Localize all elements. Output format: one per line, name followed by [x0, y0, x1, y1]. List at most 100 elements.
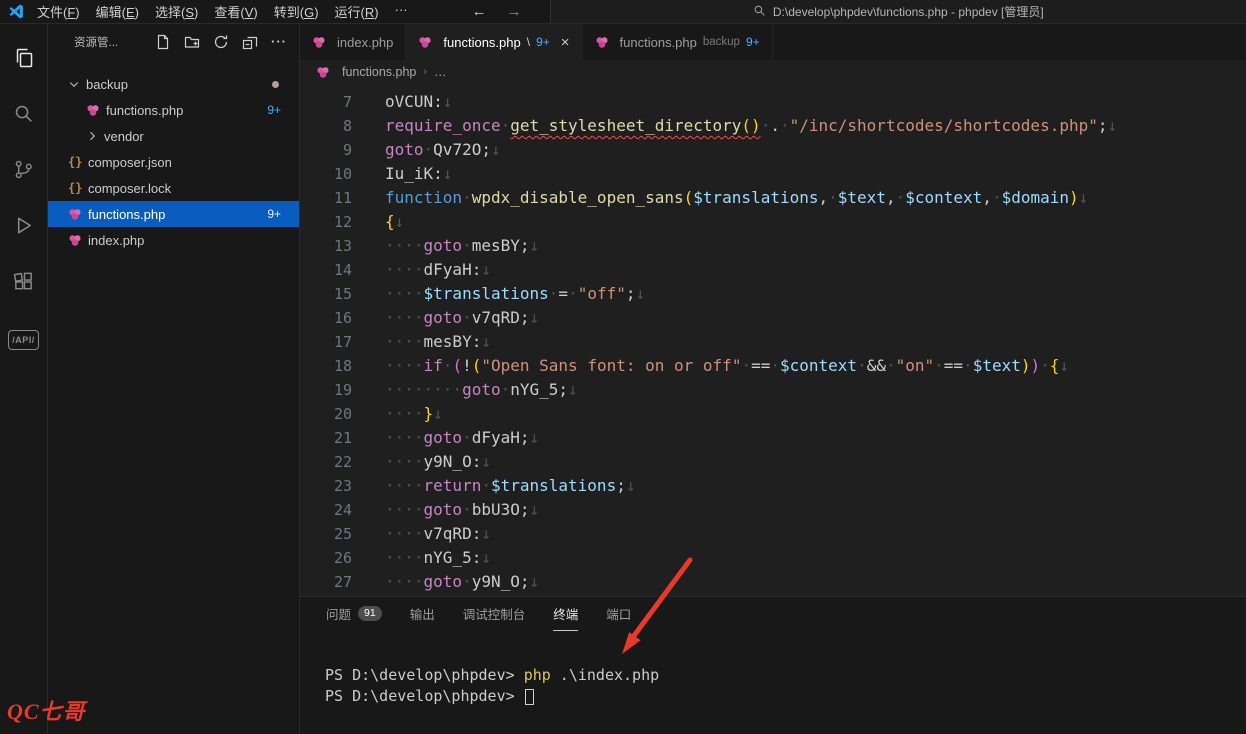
breadcrumb-more[interactable]: … — [434, 65, 447, 79]
panel-tab-problems[interactable]: 问题91 — [326, 597, 382, 631]
code-token: dFyaH: — [424, 260, 482, 279]
api-icon: /API/ — [8, 330, 39, 350]
line-number: 7 — [300, 90, 352, 114]
code-token: , — [886, 188, 896, 207]
code-token: ↓ — [481, 548, 491, 567]
menu-run[interactable]: 运行(R) — [327, 2, 387, 21]
code-line: 27····goto·y9N_O;↓ — [300, 570, 1246, 594]
code-token: . — [770, 116, 780, 135]
panel-tab-debug-console[interactable]: 调试控制台 — [463, 597, 526, 631]
more-icon[interactable]: ··· — [271, 34, 287, 50]
code-token: Qv72O; — [433, 140, 491, 159]
run-debug-icon — [12, 214, 35, 242]
sidebar-header: 资源管... ··· — [48, 24, 299, 59]
breadcrumb-file[interactable]: functions.php — [342, 65, 416, 79]
terminal[interactable]: PS D:\develop\phpdev> php .\index.phpPS … — [300, 665, 1246, 707]
close-icon[interactable]: × — [561, 35, 570, 50]
tree-item-label: vendor — [104, 129, 144, 144]
menu-selection[interactable]: 选择(S) — [147, 2, 206, 21]
code-token: · — [896, 188, 906, 207]
code-token: get_stylesheet_directory — [510, 116, 741, 135]
menu-edit[interactable]: 编辑(E) — [88, 2, 147, 21]
panel-tab-ports[interactable]: 端口 — [606, 597, 631, 631]
tree-item-composer.json[interactable]: {}composer.json — [48, 149, 299, 175]
command-center[interactable]: D:\develop\phpdev\functions.php - phpdev… — [550, 0, 1246, 23]
activity-run-debug[interactable] — [0, 200, 48, 256]
menu-view[interactable]: 查看(V) — [206, 2, 265, 21]
code-token: ↓ — [636, 284, 646, 303]
php-file-icon — [595, 36, 614, 49]
code-token: ···· — [385, 572, 424, 591]
code-token: y9N_O: — [424, 452, 482, 471]
code-token: "/inc/shortcodes/shortcodes.php" — [790, 116, 1098, 135]
line-number: 23 — [300, 474, 352, 498]
code-line: 14····dFyaH:↓ — [300, 258, 1246, 282]
code-token: ↓ — [530, 308, 540, 327]
code-token: · — [462, 188, 472, 207]
code-token: ) — [1031, 356, 1041, 375]
code-editor[interactable]: 7oVCUN:↓8require_once·get_stylesheet_dir… — [300, 84, 1246, 596]
tree-item-composer.lock[interactable]: {}composer.lock — [48, 175, 299, 201]
code-token: mesBY; — [472, 236, 530, 255]
title-bar: 文件(F)编辑(E)选择(S)查看(V)转到(G)运行(R)··· ← → D:… — [0, 0, 1246, 24]
code-token: · — [462, 308, 472, 327]
code-token: $text — [973, 356, 1021, 375]
code-token: · — [549, 284, 559, 303]
tree-item-vendor[interactable]: vendor — [48, 123, 299, 149]
new-file-icon[interactable] — [155, 34, 171, 50]
menu-more[interactable]: ··· — [387, 2, 416, 21]
refresh-icon[interactable] — [213, 34, 229, 50]
code-token: = — [558, 284, 568, 303]
tree-item-functions.php[interactable]: functions.php9+ — [48, 97, 299, 123]
tab-functions.php-backup[interactable]: functions.phpbackup9+ — [583, 24, 773, 60]
menu-file[interactable]: 文件(F) — [29, 2, 88, 21]
vscode-logo-icon — [8, 3, 25, 20]
new-folder-icon[interactable] — [184, 34, 200, 50]
tree-item-index.php[interactable]: index.php — [48, 227, 299, 253]
nav-forward-button[interactable]: → — [497, 3, 532, 20]
code-token: goto — [424, 500, 463, 519]
code-token: ↓ — [530, 236, 540, 255]
code-token: "off" — [578, 284, 626, 303]
code-line: 26····nYG_5:↓ — [300, 546, 1246, 570]
tab-detail: backup — [703, 36, 740, 48]
code-token: ···· — [385, 428, 424, 447]
code-token: ···· — [385, 284, 424, 303]
tree-item-functions.php[interactable]: functions.php9+ — [48, 201, 299, 227]
activity-api[interactable]: /API/ — [0, 312, 48, 368]
code-token: ( — [452, 356, 462, 375]
code-line: 20····}↓ — [300, 402, 1246, 426]
code-token: { — [1050, 356, 1060, 375]
activity-source-control[interactable] — [0, 144, 48, 200]
panel-tab-output[interactable]: 输出 — [410, 597, 435, 631]
code-token: v7qRD; — [472, 308, 530, 327]
collapse-all-icon[interactable] — [242, 34, 258, 50]
activity-extensions[interactable] — [0, 256, 48, 312]
line-number: 15 — [300, 282, 352, 306]
line-number: 27 — [300, 570, 352, 594]
tab-functions.php[interactable]: functions.php\9+× — [406, 24, 582, 60]
line-number: 10 — [300, 162, 352, 186]
activity-search[interactable] — [0, 88, 48, 144]
code-token: $domain — [1002, 188, 1069, 207]
tree-item-backup[interactable]: backup — [48, 71, 299, 97]
line-number: 19 — [300, 378, 352, 402]
code-token: "Open Sans font: on or off" — [481, 356, 741, 375]
code-token: oVCUN: — [385, 92, 443, 111]
nav-back-button[interactable]: ← — [462, 3, 497, 20]
php-file-icon — [312, 36, 331, 49]
activity-explorer[interactable] — [0, 32, 48, 88]
panel-tab-terminal[interactable]: 终端 — [553, 597, 578, 631]
code-token: ↓ — [443, 164, 453, 183]
terminal-text: .\index.php — [551, 666, 659, 684]
editor-area: index.phpfunctions.php\9+×functions.phpb… — [300, 24, 1246, 734]
sidebar-actions: ··· — [155, 34, 287, 50]
window-title: D:\develop\phpdev\functions.php - phpdev… — [773, 3, 1044, 20]
code-token: · — [481, 476, 491, 495]
menu-go[interactable]: 转到(G) — [266, 2, 327, 21]
tab-index.php[interactable]: index.php — [300, 24, 406, 60]
code-token: · — [761, 116, 771, 135]
code-line: 24····goto·bbU3O;↓ — [300, 498, 1246, 522]
tree-item-label: composer.json — [88, 155, 172, 170]
code-token: { — [385, 212, 395, 231]
